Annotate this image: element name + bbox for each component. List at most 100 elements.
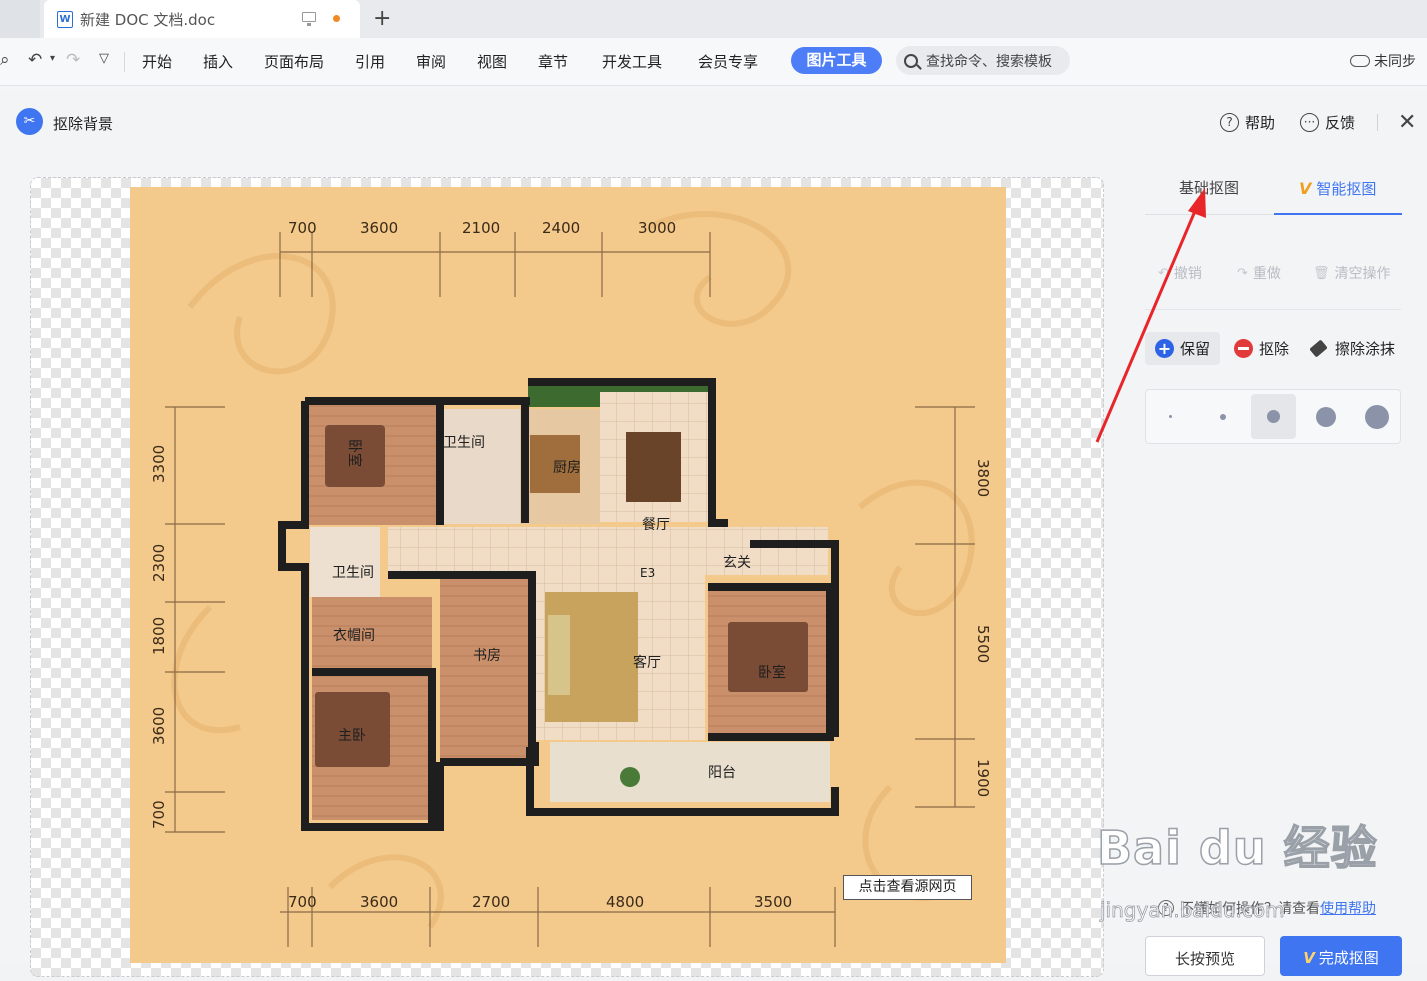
undo-arrow-icon: ↶ xyxy=(1158,265,1169,281)
chat-bubble-icon: ··· xyxy=(1300,113,1319,132)
undo-button[interactable]: ↶ 撤销 xyxy=(1158,263,1202,283)
top-dim-3: 2100 xyxy=(462,219,500,237)
sync-status-label: 未同步 xyxy=(1374,54,1416,70)
left-dim-1: 3300 xyxy=(150,445,168,483)
menu-insert[interactable]: 插入 xyxy=(203,51,233,72)
redo-button[interactable]: ↷ 重做 xyxy=(1237,263,1281,283)
clear-label: 清空操作 xyxy=(1334,266,1391,282)
home-tab[interactable] xyxy=(0,0,40,38)
brush-size-4[interactable] xyxy=(1303,394,1348,439)
new-tab-button[interactable]: + xyxy=(373,6,391,31)
menu-picture-tools[interactable]: 图片工具 xyxy=(791,47,882,74)
view-source-button[interactable]: 点击查看源网页 xyxy=(843,875,972,900)
document-tab[interactable]: W 新建 DOC 文档.doc xyxy=(44,0,360,38)
left-dim-2: 2300 xyxy=(150,544,168,582)
tab-basic-cutout[interactable]: 基础抠图 xyxy=(1179,177,1239,198)
plus-circle-icon: + xyxy=(1155,339,1174,358)
magic-cutout-icon: ✂ xyxy=(16,108,43,135)
redo-label: 重做 xyxy=(1252,266,1281,282)
menu-page-layout[interactable]: 页面布局 xyxy=(264,51,324,72)
monitor-icon[interactable] xyxy=(302,12,316,26)
minus-circle-icon xyxy=(1234,339,1253,358)
menu-references[interactable]: 引用 xyxy=(355,51,385,72)
erase-label: 擦除涂抹 xyxy=(1335,340,1396,358)
brush-size-1[interactable] xyxy=(1148,394,1193,439)
top-dim-4: 2400 xyxy=(542,219,580,237)
brush-size-5[interactable] xyxy=(1354,394,1399,439)
undo-label: 撤销 xyxy=(1173,266,1202,282)
floor-plan-image: 700 3600 2100 2400 3000 700 3600 2700 48… xyxy=(130,187,1006,963)
remove-brush-button[interactable]: 抠除 xyxy=(1234,332,1289,365)
quick-access-dropdown-icon[interactable]: ▽ xyxy=(99,51,109,66)
room-label-bath-top: 卫生间 xyxy=(443,435,485,451)
word-doc-icon: W xyxy=(57,10,73,28)
hold-preview-button[interactable]: 长按预览 xyxy=(1145,936,1265,976)
menu-chapter[interactable]: 章节 xyxy=(538,51,568,72)
bottom-dim-3: 2700 xyxy=(472,893,510,911)
tab-smart-label: 智能抠图 xyxy=(1316,180,1377,198)
sync-status[interactable]: 未同步 xyxy=(1350,51,1416,71)
question-icon: ? xyxy=(1220,113,1239,132)
ops-divider xyxy=(1145,309,1401,310)
header-separator xyxy=(1377,114,1378,131)
feedback-button[interactable]: ··· 反馈 xyxy=(1300,112,1355,133)
right-dim-2: 5500 xyxy=(974,625,992,663)
brush-dot-icon xyxy=(1219,413,1226,420)
redo-icon[interactable]: ↷ xyxy=(66,50,80,70)
left-dim-5: 700 xyxy=(150,800,168,829)
eraser-icon xyxy=(1309,339,1328,358)
room-label-living: 客厅 xyxy=(633,654,661,671)
keep-label: 保留 xyxy=(1180,340,1211,358)
undo-dropdown-icon[interactable]: ▾ xyxy=(50,53,55,64)
bottom-dim-1: 700 xyxy=(288,893,317,911)
menu-separator xyxy=(124,52,125,72)
eraser-button[interactable]: 擦除涂抹 xyxy=(1309,332,1396,365)
search-icon xyxy=(904,53,918,68)
room-label-balcony: 阳台 xyxy=(708,765,736,781)
menu-view[interactable]: 视图 xyxy=(477,51,507,72)
help-label: 帮助 xyxy=(1245,114,1276,132)
vip-v-icon: V xyxy=(1303,949,1315,967)
room-label-bedroom-nw: 卧室 xyxy=(346,439,363,467)
room-label-bedroom-e: 卧室 xyxy=(758,664,786,681)
clear-button[interactable]: 🗑 清空操作 xyxy=(1313,263,1391,283)
room-label-master: 主卧 xyxy=(338,728,366,744)
feedback-label: 反馈 xyxy=(1325,114,1356,132)
command-search[interactable]: 查找命令、搜索模板 xyxy=(896,46,1070,75)
menu-developer[interactable]: 开发工具 xyxy=(602,51,662,72)
panel-title: 抠除背景 xyxy=(53,115,114,133)
finish-cutout-label: 完成抠图 xyxy=(1318,949,1379,967)
room-label-kitchen: 厨房 xyxy=(553,460,581,476)
menu-review[interactable]: 审阅 xyxy=(416,51,446,72)
tab-smart-cutout[interactable]: V 智能抠图 xyxy=(1299,178,1376,199)
room-label-e3: E3 xyxy=(640,566,655,580)
top-dim-5: 3000 xyxy=(638,219,676,237)
bottom-dim-5: 3500 xyxy=(754,893,792,911)
brush-dot-icon xyxy=(1364,404,1389,429)
command-search-label: 查找命令、搜索模板 xyxy=(926,53,1052,70)
finish-cutout-button[interactable]: V 完成抠图 xyxy=(1280,936,1402,976)
menu-start[interactable]: 开始 xyxy=(142,51,172,72)
close-icon[interactable]: ✕ xyxy=(1398,110,1416,135)
usage-help-link[interactable]: 使用帮助 xyxy=(1320,898,1376,918)
brush-size-picker xyxy=(1145,389,1401,444)
unsaved-dot-icon xyxy=(333,15,340,22)
brush-size-2[interactable] xyxy=(1200,394,1245,439)
bottom-dim-2: 3600 xyxy=(360,893,398,911)
room-label-dining: 餐厅 xyxy=(642,517,670,533)
brush-size-3[interactable] xyxy=(1251,394,1296,439)
help-button[interactable]: ? 帮助 xyxy=(1220,112,1275,133)
find-icon[interactable]: ⌕ xyxy=(0,50,10,70)
keep-brush-button[interactable]: + 保留 xyxy=(1145,332,1220,365)
menu-member[interactable]: 会员专享 xyxy=(698,51,758,72)
menu-bar: ⌕ ↶ ▾ ↷ ▽ 开始 插入 页面布局 引用 审阅 视图 章节 开发工具 会员… xyxy=(0,38,1427,86)
undo-icon[interactable]: ↶ xyxy=(28,50,42,70)
left-dim-4: 3600 xyxy=(150,707,168,745)
remove-label: 抠除 xyxy=(1259,340,1290,358)
room-label-study: 书房 xyxy=(473,648,501,664)
baidu-watermark-url: jingyan.baidu.com xyxy=(1100,898,1285,923)
tab-active-indicator xyxy=(1274,213,1402,215)
cloud-icon xyxy=(1350,55,1370,67)
brush-dot-icon xyxy=(1169,415,1172,418)
brush-dot-icon xyxy=(1315,406,1336,427)
